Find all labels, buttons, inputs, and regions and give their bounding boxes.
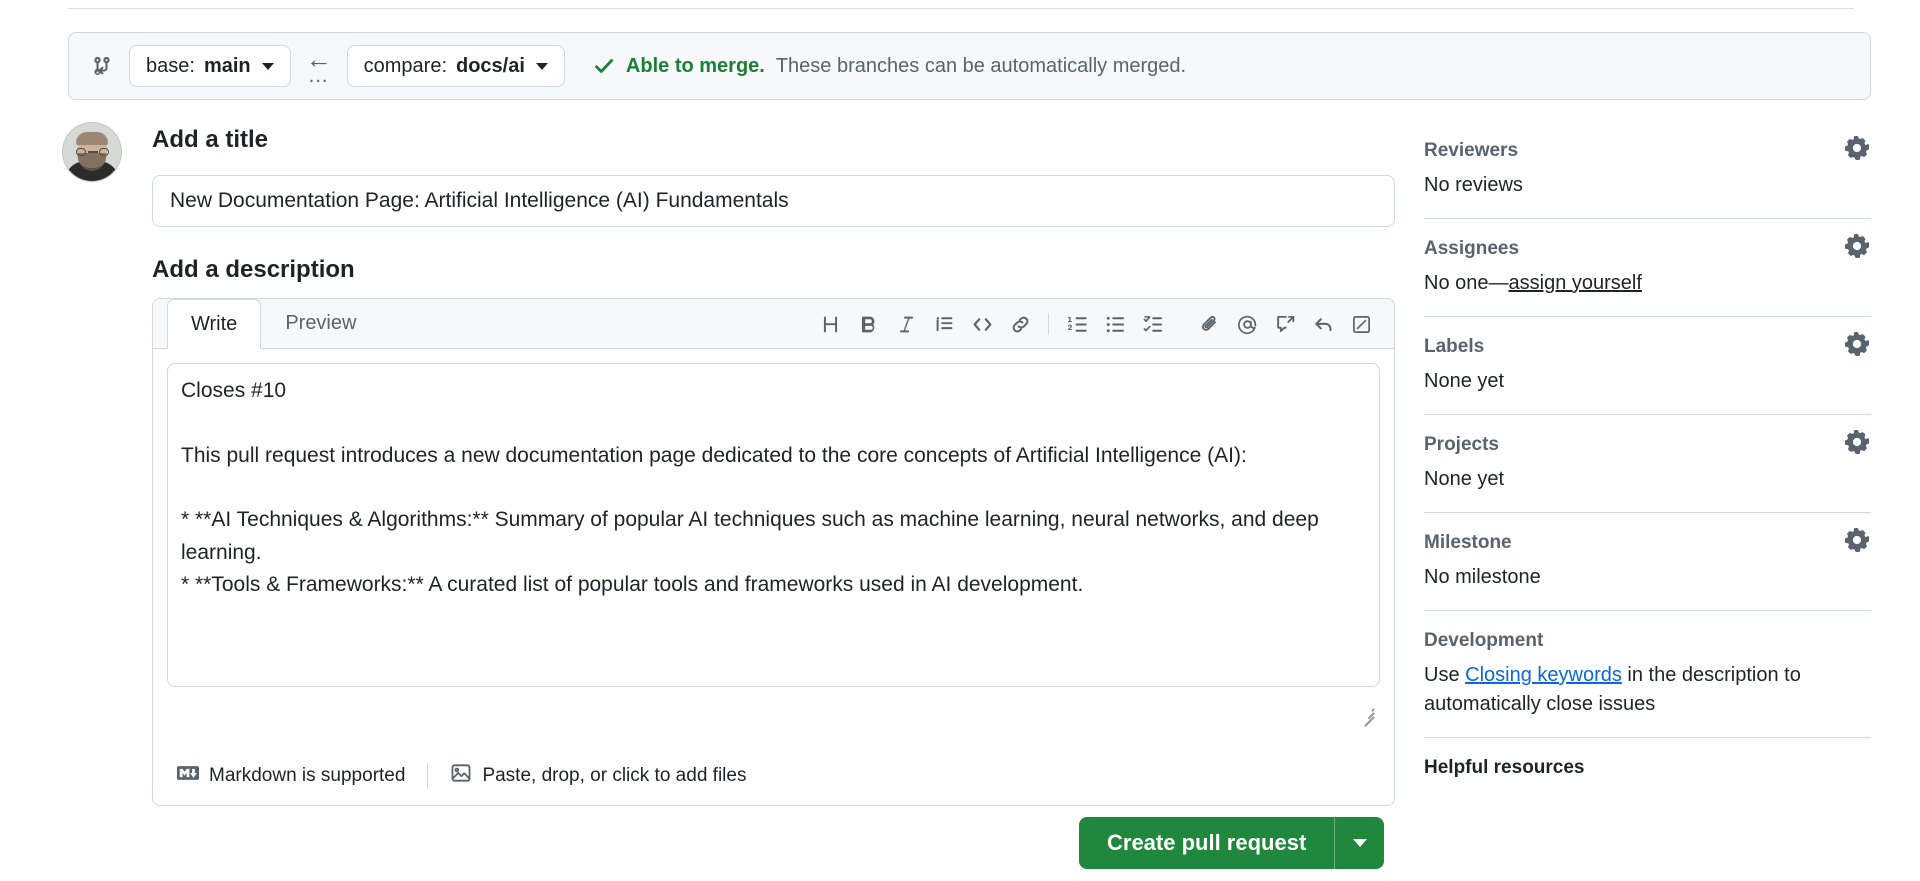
quote-icon[interactable]: [925, 305, 963, 343]
pull-request-create-page: base: main ← ... compare: docs/ai Able t…: [0, 0, 1920, 881]
gear-icon[interactable]: [1845, 430, 1871, 456]
markdown-icon: [177, 762, 199, 790]
title-heading: Add a title: [152, 126, 269, 153]
avatar-hair: [76, 132, 108, 145]
assign-yourself-link[interactable]: assign yourself: [1509, 272, 1642, 294]
compare-branch-name: docs/ai: [456, 54, 525, 77]
reviewers-value: No reviews: [1424, 174, 1523, 196]
fullscreen-icon[interactable]: [1342, 305, 1380, 343]
base-branch-prefix: base:: [146, 54, 195, 77]
labels-value: None yet: [1424, 370, 1505, 392]
merge-status-text: These branches can be automatically merg…: [775, 54, 1187, 77]
markdown-supported-note[interactable]: Markdown is supported: [167, 762, 427, 790]
textarea-resize-handle[interactable]: [1360, 707, 1375, 727]
code-icon[interactable]: [963, 305, 1001, 343]
sidebar-section-assignees: Assignees No one—assign yourself: [1424, 218, 1871, 316]
avatar-glasses-bridge: [88, 151, 98, 153]
tab-write[interactable]: Write: [167, 299, 262, 349]
create-pull-request-dropdown-button[interactable]: [1334, 817, 1385, 869]
milestone-title: Milestone: [1424, 532, 1512, 553]
attach-files-dropzone[interactable]: Paste, drop, or click to add files: [428, 762, 768, 790]
labels-title: Labels: [1424, 336, 1485, 357]
chevron-down-icon: [1352, 839, 1367, 847]
projects-title: Projects: [1424, 434, 1499, 455]
mention-icon[interactable]: [1228, 305, 1266, 343]
link-icon[interactable]: [1001, 305, 1039, 343]
description-comment-box: Write Preview Closes #10 This pull reque…: [152, 298, 1395, 806]
reply-icon[interactable]: [1304, 305, 1342, 343]
top-divider: [68, 8, 1854, 9]
gear-icon[interactable]: [1845, 332, 1871, 358]
pr-sidebar: Reviewers No reviews Assignees No one—as…: [1424, 136, 1871, 806]
pr-description-textarea[interactable]: [167, 363, 1380, 687]
editor-body: [153, 349, 1394, 706]
bulleted-list-icon[interactable]: [1096, 305, 1134, 343]
avatar-glasses-right: [99, 148, 109, 156]
projects-value: None yet: [1424, 468, 1505, 490]
sidebar-section-helpful-resources: Helpful resources: [1424, 737, 1871, 806]
sidebar-section-development: Development Use Closing keywords in the …: [1424, 610, 1871, 737]
compare-branch-prefix: compare:: [363, 54, 447, 77]
editor-footer: Markdown is supported Paste, drop, or cl…: [167, 759, 1380, 793]
description-heading: Add a description: [152, 256, 355, 283]
chevron-down-icon: [261, 62, 274, 70]
development-value-prefix: Use: [1424, 664, 1466, 686]
check-icon: [593, 55, 615, 77]
create-pull-request-button[interactable]: Create pull request: [1079, 817, 1335, 869]
merge-status-strong: Able to merge.: [625, 54, 765, 77]
italic-icon[interactable]: [887, 305, 925, 343]
base-branch-name: main: [203, 54, 251, 77]
gear-icon[interactable]: [1845, 136, 1871, 162]
avatar: [62, 122, 122, 182]
milestone-value: No milestone: [1424, 566, 1541, 588]
ellipsis-icon: ...: [308, 65, 329, 87]
attach-files-icon[interactable]: [1190, 305, 1228, 343]
heading-icon[interactable]: [811, 305, 849, 343]
assignees-value-text: No one—: [1424, 272, 1509, 294]
create-pull-request-group: Create pull request: [1079, 817, 1385, 869]
tab-preview[interactable]: Preview: [261, 298, 380, 348]
base-branch-selector[interactable]: base: main: [129, 45, 291, 87]
gear-icon[interactable]: [1845, 528, 1871, 554]
assignees-value: No one—assign yourself: [1424, 269, 1871, 298]
toolbar-divider: [1048, 313, 1049, 335]
git-compare-icon: [91, 55, 113, 77]
attach-files-label: Paste, drop, or click to add files: [482, 765, 747, 786]
development-value: Use Closing keywords in the description …: [1424, 661, 1871, 719]
sidebar-section-reviewers: Reviewers No reviews: [1424, 136, 1871, 218]
avatar-glasses-left: [76, 148, 86, 156]
development-title: Development: [1424, 630, 1544, 651]
reviewers-title: Reviewers: [1424, 140, 1519, 161]
pr-title-input[interactable]: [152, 175, 1395, 227]
sidebar-section-labels: Labels None yet: [1424, 316, 1871, 414]
saved-replies-icon[interactable]: [1266, 305, 1304, 343]
gear-icon[interactable]: [1845, 234, 1871, 260]
sidebar-section-projects: Projects None yet: [1424, 414, 1871, 512]
task-list-icon[interactable]: [1134, 305, 1172, 343]
numbered-list-icon[interactable]: [1058, 305, 1096, 343]
editor-tablist: Write Preview: [153, 299, 1394, 349]
helpful-resources-title: Helpful resources: [1424, 757, 1585, 778]
direction-indicator: ← ...: [291, 46, 347, 87]
sidebar-section-milestone: Milestone No milestone: [1424, 512, 1871, 610]
markdown-supported-label: Markdown is supported: [209, 765, 406, 786]
markdown-toolbar: [811, 299, 1380, 349]
merge-status: Able to merge. These branches can be aut…: [593, 55, 1186, 78]
branch-compare-bar: base: main ← ... compare: docs/ai Able t…: [68, 32, 1871, 100]
compare-branch-selector[interactable]: compare: docs/ai: [346, 45, 565, 87]
image-icon: [450, 762, 472, 790]
chevron-down-icon: [535, 62, 548, 70]
assignees-title: Assignees: [1424, 238, 1520, 259]
closing-keywords-link[interactable]: Closing keywords: [1465, 664, 1622, 686]
bold-icon[interactable]: [849, 305, 887, 343]
